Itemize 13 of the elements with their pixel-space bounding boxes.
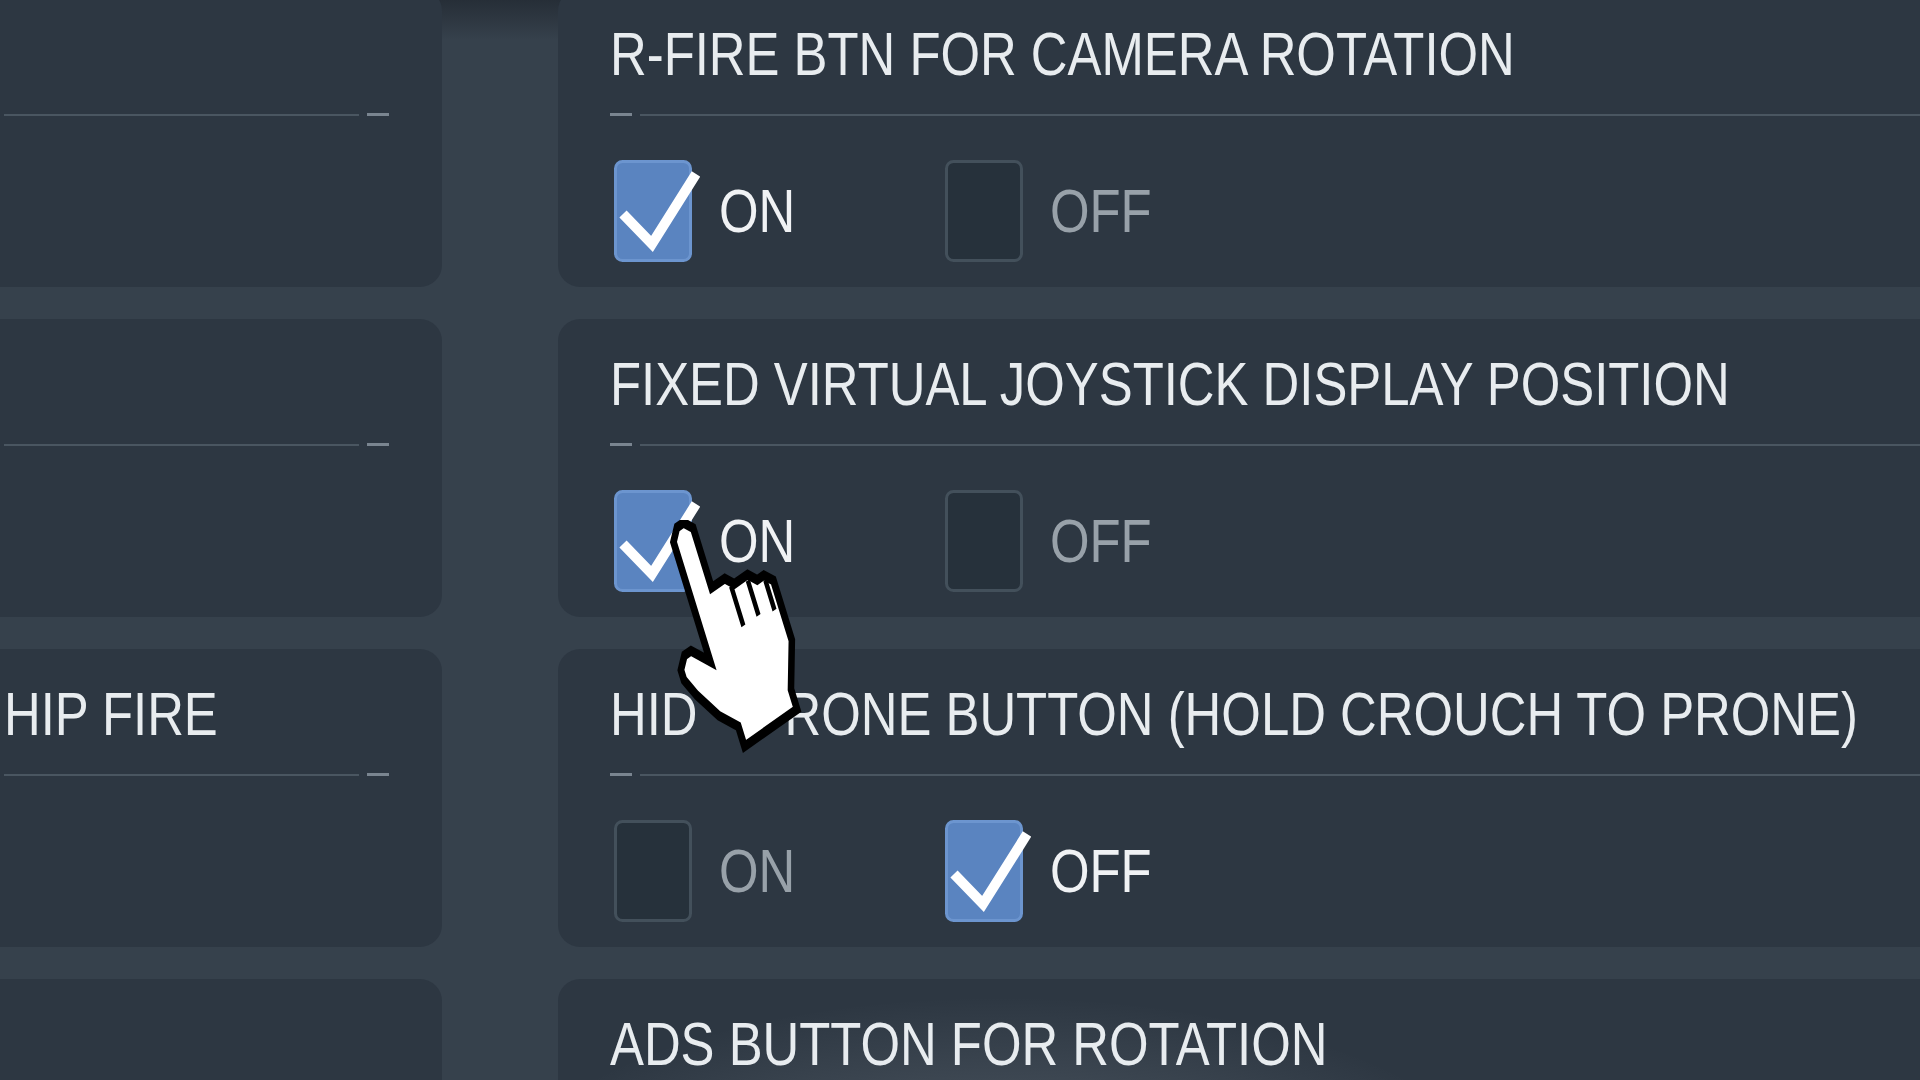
setting-title: HIP FIRE (4, 683, 218, 745)
setting-title: HID (610, 683, 698, 745)
option-label: ON (719, 840, 796, 902)
checkbox[interactable] (945, 820, 1031, 922)
option-label: OFF (1050, 510, 1152, 572)
option-label: ON (719, 510, 796, 572)
option-label: OFF (1050, 180, 1152, 242)
setting-title: FIXED VIRTUAL JOYSTICK DISPLAY POSITION (610, 353, 1730, 415)
option-label: ON (719, 180, 796, 242)
checkbox[interactable] (614, 160, 700, 262)
option-label: OFF (1050, 840, 1152, 902)
setting-title: R-FIRE BTN FOR CAMERA ROTATION (610, 23, 1515, 85)
setting-title: ADS BUTTON FOR ROTATION (610, 1013, 1328, 1075)
